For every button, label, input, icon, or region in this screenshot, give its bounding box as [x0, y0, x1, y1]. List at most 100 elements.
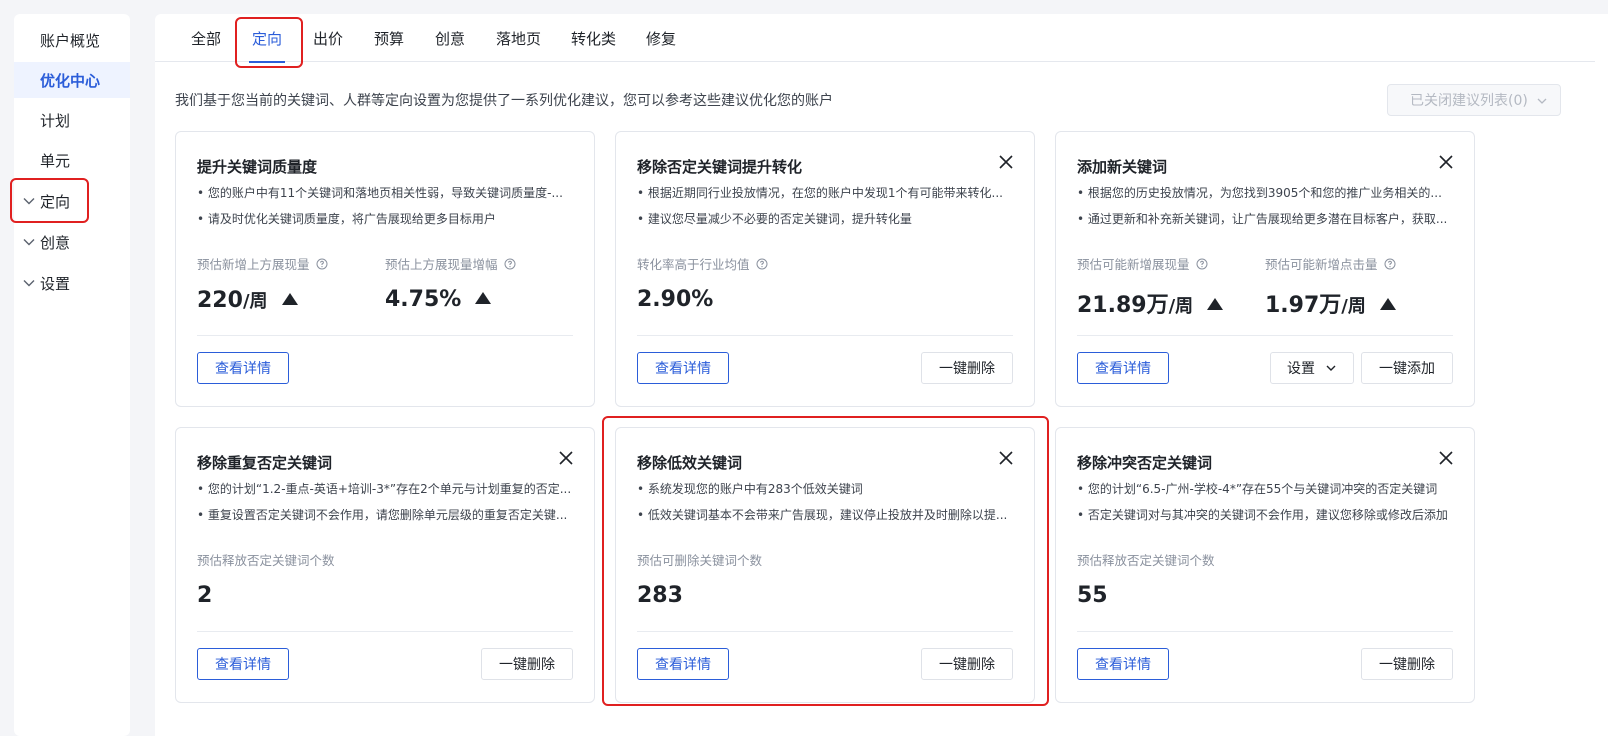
card-bullet: • 否定关键词对与其冲突的关键词不会作用，建议您移除或修改后添加: [1077, 508, 1448, 522]
settings-dropdown-button[interactable]: 设置: [1270, 352, 1354, 384]
close-icon[interactable]: [998, 450, 1014, 466]
help-icon[interactable]: [504, 258, 516, 270]
sidebar-item-label: 单元: [40, 151, 71, 170]
arrow-up-icon: [475, 292, 492, 304]
card-bullet: • 请及时优化关键词质量度，将广告展现给更多目标用户: [197, 212, 496, 226]
sidebar-item-settings[interactable]: 设置: [14, 265, 130, 301]
sidebar-item-label: 账户概览: [40, 31, 101, 50]
card-title: 移除否定关键词提升转化: [637, 158, 803, 176]
metric-label: 预估可能新增点击量: [1265, 254, 1396, 273]
metric-value: 21.89万/周: [1077, 287, 1224, 319]
card-title: 添加新关键词: [1077, 158, 1168, 176]
suggestion-card-remove-negative-keywords: 移除否定关键词提升转化 • 根据近期同行业投放情况，在您的账户中发现1个有可能带…: [615, 131, 1035, 407]
closed-suggestions-label: 已关闭建议列表(0): [1410, 93, 1528, 109]
closed-suggestions-select[interactable]: 已关闭建议列表(0): [1387, 84, 1561, 116]
suggestion-card-remove-conflicting-negative: 移除冲突否定关键词 • 您的计划“6.5-广州-学校-4*”存在55个与关键词冲…: [1055, 427, 1475, 703]
add-all-button[interactable]: 一键添加: [1361, 352, 1453, 384]
arrow-up-icon: [281, 293, 298, 305]
sidebar-item-optimization-center[interactable]: 优化中心: [14, 62, 130, 98]
metric-label: 预估释放否定关键词个数: [197, 553, 335, 568]
view-details-button[interactable]: 查看详情: [197, 352, 289, 384]
view-details-button[interactable]: 查看详情: [1077, 648, 1169, 680]
chevron-down-icon: [23, 280, 35, 287]
card-bullet: • 根据近期同行业投放情况，在您的账户中发现1个有可能带来转化...: [637, 186, 1003, 200]
view-details-button[interactable]: 查看详情: [637, 352, 729, 384]
divider: [637, 335, 1013, 336]
card-bullet: • 建议您尽量减少不必要的否定关键词，提升转化量: [637, 212, 912, 226]
tab-targeting[interactable]: 定向: [248, 28, 286, 63]
metric-value: 4.75%: [385, 287, 492, 312]
divider: [637, 631, 1013, 632]
tab-repair[interactable]: 修复: [646, 28, 676, 62]
view-details-button[interactable]: 查看详情: [197, 648, 289, 680]
metric-value: 55: [1077, 583, 1108, 608]
divider: [197, 335, 573, 336]
sidebar-item-creative[interactable]: 创意: [14, 224, 130, 260]
sidebar: 账户概览 优化中心 计划 单元 定向 创意 设置: [14, 14, 130, 736]
suggestion-card-remove-duplicate-negative: 移除重复否定关键词 • 您的计划“1.2-重点-英语+培训-3*”存在2个单元与…: [175, 427, 595, 703]
suggestion-card-add-new-keywords: 添加新关键词 • 根据您的历史投放情况，为您找到3905个和您的推广业务相关的.…: [1055, 131, 1475, 407]
metric-value: 2.90%: [637, 287, 714, 312]
tab-landing-page[interactable]: 落地页: [496, 28, 541, 62]
divider: [1077, 631, 1453, 632]
chevron-down-icon: [23, 198, 35, 205]
card-title: 移除重复否定关键词: [197, 454, 333, 472]
suggestion-card-remove-inefficient-keywords: 移除低效关键词 • 系统发现您的账户中有283个低效关键词 • 低效关键词基本不…: [615, 427, 1035, 703]
tab-creative[interactable]: 创意: [435, 28, 465, 62]
metric-value: 1.97万/周: [1265, 287, 1396, 319]
view-details-button[interactable]: 查看详情: [637, 648, 729, 680]
tab-all[interactable]: 全部: [191, 28, 221, 62]
tab-bid[interactable]: 出价: [313, 28, 343, 62]
view-details-button[interactable]: 查看详情: [1077, 352, 1169, 384]
delete-all-button[interactable]: 一键删除: [921, 352, 1013, 384]
card-bullet: • 您的账户中有11个关键词和落地页相关性弱，导致关键词质量度-...: [197, 186, 563, 200]
chevron-down-icon: [1326, 365, 1336, 371]
close-icon[interactable]: [1438, 154, 1454, 170]
sidebar-item-label: 创意: [40, 233, 71, 252]
divider: [197, 631, 573, 632]
card-bullet: • 低效关键词基本不会带来广告展现，建议停止投放并及时删除以提...: [637, 508, 1008, 522]
metric-label: 预估可能新增展现量: [1077, 254, 1208, 273]
close-icon[interactable]: [1438, 450, 1454, 466]
tab-budget[interactable]: 预算: [374, 28, 404, 62]
intro-text: 我们基于您当前的关键词、人群等定向设置为您提供了一系列优化建议，您可以参考这些建…: [175, 93, 833, 109]
help-icon[interactable]: [756, 258, 768, 270]
arrow-up-icon: [1379, 298, 1396, 310]
close-icon[interactable]: [998, 154, 1014, 170]
tab-conversion[interactable]: 转化类: [571, 28, 616, 62]
card-title: 移除冲突否定关键词: [1077, 454, 1213, 472]
metric-label: 预估可删除关键词个数: [637, 553, 763, 568]
card-title: 移除低效关键词: [637, 454, 743, 472]
metric-label: 预估新增上方展现量: [197, 254, 328, 273]
card-bullet: • 您的计划“6.5-广州-学校-4*”存在55个与关键词冲突的否定关键词: [1077, 482, 1438, 496]
metric-label: 预估释放否定关键词个数: [1077, 553, 1215, 568]
sidebar-item-plan[interactable]: 计划: [14, 102, 130, 138]
sidebar-item-label: 定向: [40, 192, 71, 211]
chevron-down-icon: [1537, 98, 1547, 104]
arrow-up-icon: [1207, 298, 1224, 310]
card-title: 提升关键词质量度: [197, 158, 318, 176]
help-icon[interactable]: [1196, 258, 1208, 270]
sidebar-item-account-overview[interactable]: 账户概览: [14, 22, 130, 58]
card-bullet: • 根据您的历史投放情况，为您找到3905个和您的推广业务相关的...: [1077, 186, 1442, 200]
close-icon[interactable]: [558, 450, 574, 466]
sidebar-item-label: 计划: [40, 111, 71, 130]
help-icon[interactable]: [1384, 258, 1396, 270]
chevron-down-icon: [23, 239, 35, 246]
sidebar-item-label: 设置: [40, 274, 71, 293]
sidebar-item-targeting[interactable]: 定向: [14, 183, 130, 219]
delete-all-button[interactable]: 一键删除: [1361, 648, 1453, 680]
main-panel: 全部 定向 出价 预算 创意 落地页 转化类 修复 我们基于您当前的关键词、人群…: [155, 14, 1608, 736]
metric-label: 预估上方展现量增幅: [385, 254, 516, 273]
sidebar-item-unit[interactable]: 单元: [14, 142, 130, 178]
suggestion-card-keyword-quality: 提升关键词质量度 • 您的账户中有11个关键词和落地页相关性弱，导致关键词质量度…: [175, 131, 595, 407]
tab-bar: 全部 定向 出价 预算 创意 落地页 转化类 修复: [155, 14, 1595, 63]
delete-all-button[interactable]: 一键删除: [921, 648, 1013, 680]
card-bullet: • 系统发现您的账户中有283个低效关键词: [637, 482, 863, 496]
divider: [1077, 335, 1453, 336]
help-icon[interactable]: [316, 258, 328, 270]
card-bullet: • 重复设置否定关键词不会作用，请您删除单元层级的重复否定关键...: [197, 508, 568, 522]
metric-value: 2: [197, 583, 213, 608]
delete-all-button[interactable]: 一键删除: [481, 648, 573, 680]
metric-value: 220/周: [197, 287, 298, 313]
